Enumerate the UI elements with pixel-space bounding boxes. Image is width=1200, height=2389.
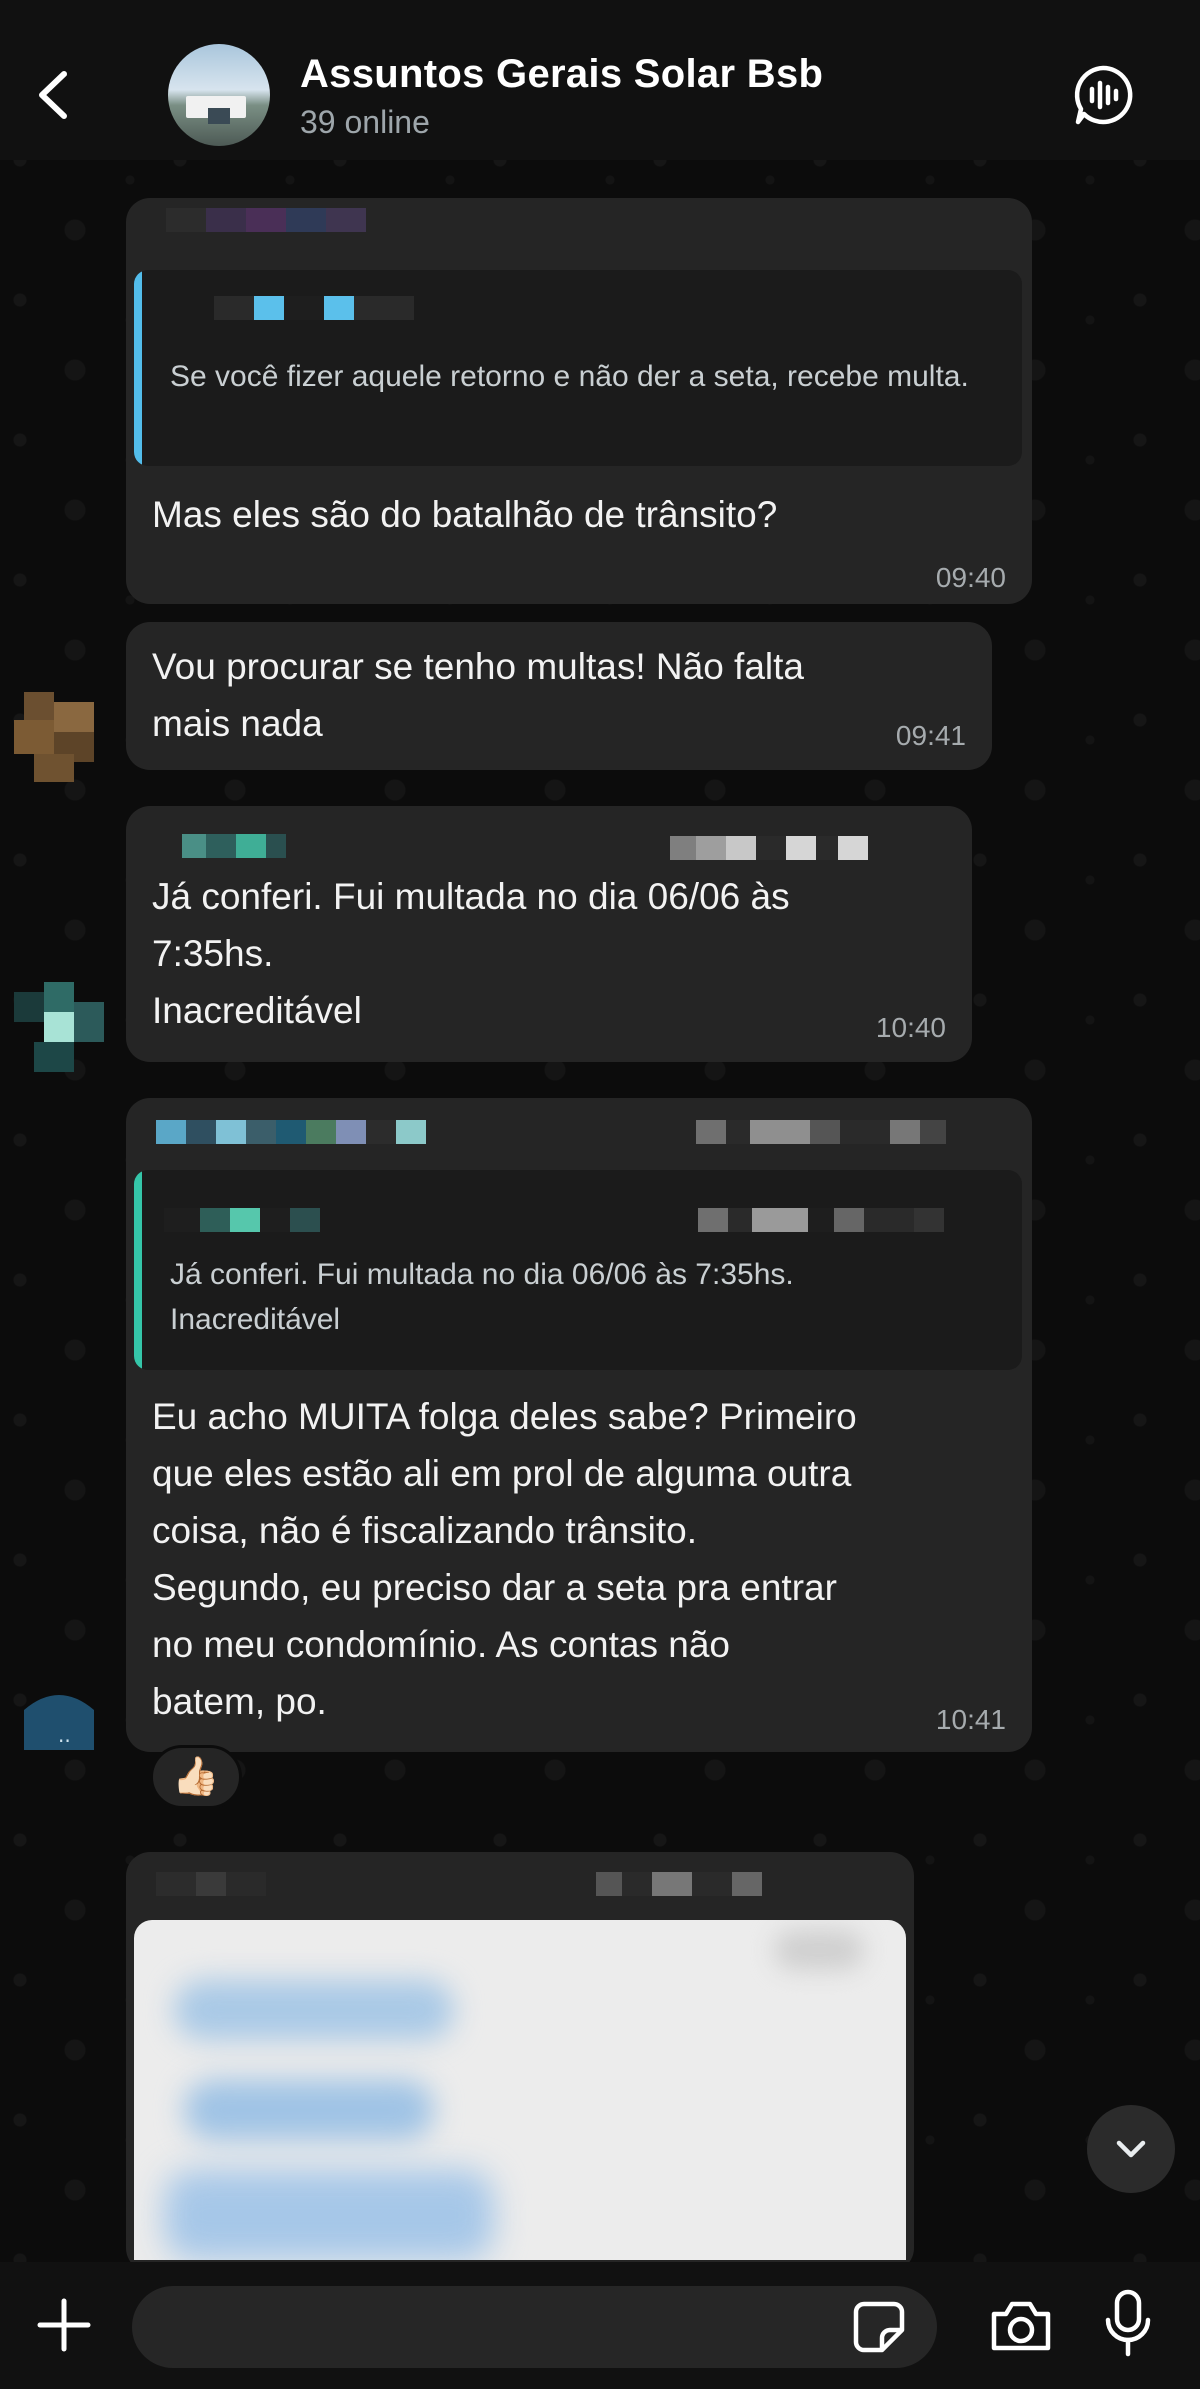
voice-chat-icon[interactable]	[1070, 62, 1136, 128]
sender-name-redacted	[182, 834, 286, 858]
message-bubble[interactable]: Vou procurar se tenho multas! Não falta …	[126, 622, 992, 770]
message-time: 10:41	[935, 1704, 1006, 1735]
chevron-left-icon[interactable]	[28, 60, 78, 130]
quoted-sender-redacted	[164, 1208, 320, 1232]
group-title[interactable]: Assuntos Gerais Solar Bsb	[300, 52, 823, 97]
message-bubble[interactable]: Se você fizer aquele retorno e não der a…	[126, 198, 1032, 604]
sender-name-redacted	[156, 1872, 266, 1896]
group-avatar[interactable]	[168, 44, 270, 146]
quoted-message[interactable]: Se você fizer aquele retorno e não der a…	[134, 270, 1022, 466]
chevron-down-icon	[1116, 2140, 1146, 2158]
sender-name-redacted	[156, 1120, 426, 1144]
camera-icon[interactable]	[988, 2298, 1054, 2354]
sender-name-redacted	[166, 208, 366, 232]
quoted-message[interactable]: Já conferi. Fui multada no dia 06/06 às …	[134, 1170, 1022, 1370]
sender-avatar[interactable]	[14, 982, 104, 1072]
sender-avatar[interactable]: ..	[14, 1680, 104, 1770]
sender-phone-redacted	[596, 1872, 762, 1896]
online-count: 39 online	[300, 104, 430, 140]
message-time: 09:40	[935, 562, 1006, 593]
quoted-text: Já conferi. Fui multada no dia 06/06 às …	[170, 1258, 794, 1336]
plus-icon[interactable]	[34, 2295, 94, 2355]
microphone-icon[interactable]	[1100, 2288, 1156, 2360]
message-bubble[interactable]: Já conferi. Fui multada no dia 06/06 às …	[126, 1098, 1032, 1752]
message-time: 10:40	[875, 1012, 946, 1043]
quoted-text: Se você fizer aquele retorno e não der a…	[170, 360, 969, 393]
reaction-thumbs-up[interactable]: 👍🏻	[150, 1745, 242, 1809]
quoted-sender-redacted	[214, 296, 414, 320]
sender-avatar[interactable]	[14, 692, 104, 782]
message-time: 09:41	[895, 720, 966, 751]
scroll-to-bottom-button[interactable]	[1087, 2105, 1175, 2193]
sender-phone-redacted	[696, 1120, 946, 1144]
message-text: Mas eles são do batalhão de trânsito?	[152, 494, 778, 535]
message-text: Já conferi. Fui multada no dia 06/06 às …	[152, 876, 790, 1031]
svg-text:..: ..	[58, 1723, 71, 1747]
sender-phone-redacted	[670, 836, 868, 860]
message-text: Vou procurar se tenho multas! Não falta …	[152, 646, 804, 744]
message-text: Eu acho MUITA folga deles sabe? Primeiro…	[152, 1396, 857, 1722]
sticker-icon[interactable]	[852, 2300, 906, 2354]
message-input[interactable]	[132, 2286, 937, 2368]
shared-image-blurred[interactable]	[134, 1920, 906, 2260]
message-bubble[interactable]: Já conferi. Fui multada no dia 06/06 às …	[126, 806, 972, 1062]
quoted-phone-redacted	[698, 1208, 944, 1232]
chat-header: Assuntos Gerais Solar Bsb 39 online	[0, 0, 1200, 160]
